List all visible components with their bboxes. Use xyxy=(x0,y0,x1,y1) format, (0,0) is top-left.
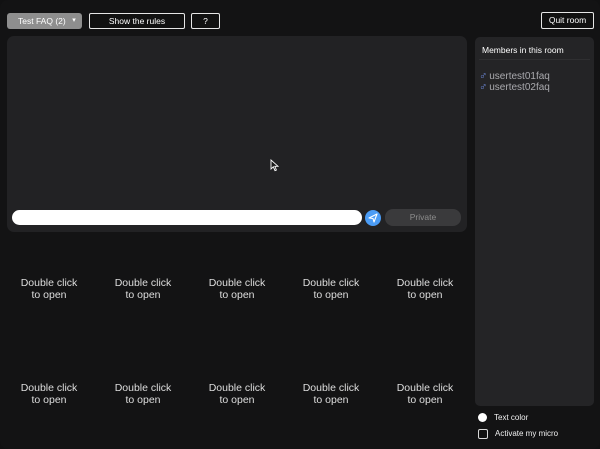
show-rules-button[interactable]: Show the rules xyxy=(89,13,185,29)
video-slot-7[interactable]: Double click to open xyxy=(108,382,178,406)
member-item[interactable]: ♂ usertest02faq xyxy=(479,81,550,94)
text-color-label: Text color xyxy=(494,413,529,422)
activate-micro-label: Activate my micro xyxy=(495,429,559,438)
activate-micro-checkbox[interactable] xyxy=(478,428,488,439)
video-slot-8[interactable]: Double click to open xyxy=(202,382,272,406)
chat-message-input[interactable] xyxy=(12,210,362,225)
chevron-down-icon: ▾ xyxy=(72,17,76,24)
members-divider xyxy=(479,59,590,60)
male-icon: ♂ xyxy=(479,81,488,93)
mouse-cursor-icon xyxy=(270,159,279,172)
video-slot-2[interactable]: Double click to open xyxy=(108,277,178,301)
quit-room-button[interactable]: Quit room xyxy=(541,12,594,29)
help-button[interactable]: ? xyxy=(191,13,220,29)
private-button[interactable]: Private xyxy=(385,209,461,226)
color-swatch-icon[interactable] xyxy=(478,413,487,423)
chat-panel: Private xyxy=(7,36,467,232)
video-slot-3[interactable]: Double click to open xyxy=(202,277,272,301)
members-panel: Members in this room ♂ usertest01faq ♂ use… xyxy=(475,37,594,406)
video-slot-1[interactable]: Double click to open xyxy=(14,277,84,301)
video-slot-9[interactable]: Double click to open xyxy=(296,382,366,406)
video-slot-6[interactable]: Double click to open xyxy=(14,382,84,406)
members-title: Members in this room xyxy=(482,45,564,55)
member-item[interactable]: ♂ usertest01faq xyxy=(479,71,550,83)
member-name: usertest02faq xyxy=(489,82,550,93)
room-select-value: Test FAQ (2) xyxy=(18,16,66,26)
room-select[interactable]: Test FAQ (2) ▾ xyxy=(7,13,82,29)
video-slot-4[interactable]: Double click to open xyxy=(296,277,366,301)
send-icon xyxy=(368,213,378,223)
video-slot-10[interactable]: Double click to open xyxy=(390,382,460,406)
app-window: Test FAQ (2) ▾ Show the rules ? Quit roo… xyxy=(0,0,600,449)
text-color-option[interactable]: Text color xyxy=(478,412,528,423)
member-name: usertest01faq xyxy=(489,71,550,82)
send-button[interactable] xyxy=(365,210,381,226)
activate-micro-option[interactable]: Activate my micro xyxy=(478,428,558,439)
video-slot-5[interactable]: Double click to open xyxy=(390,277,460,301)
